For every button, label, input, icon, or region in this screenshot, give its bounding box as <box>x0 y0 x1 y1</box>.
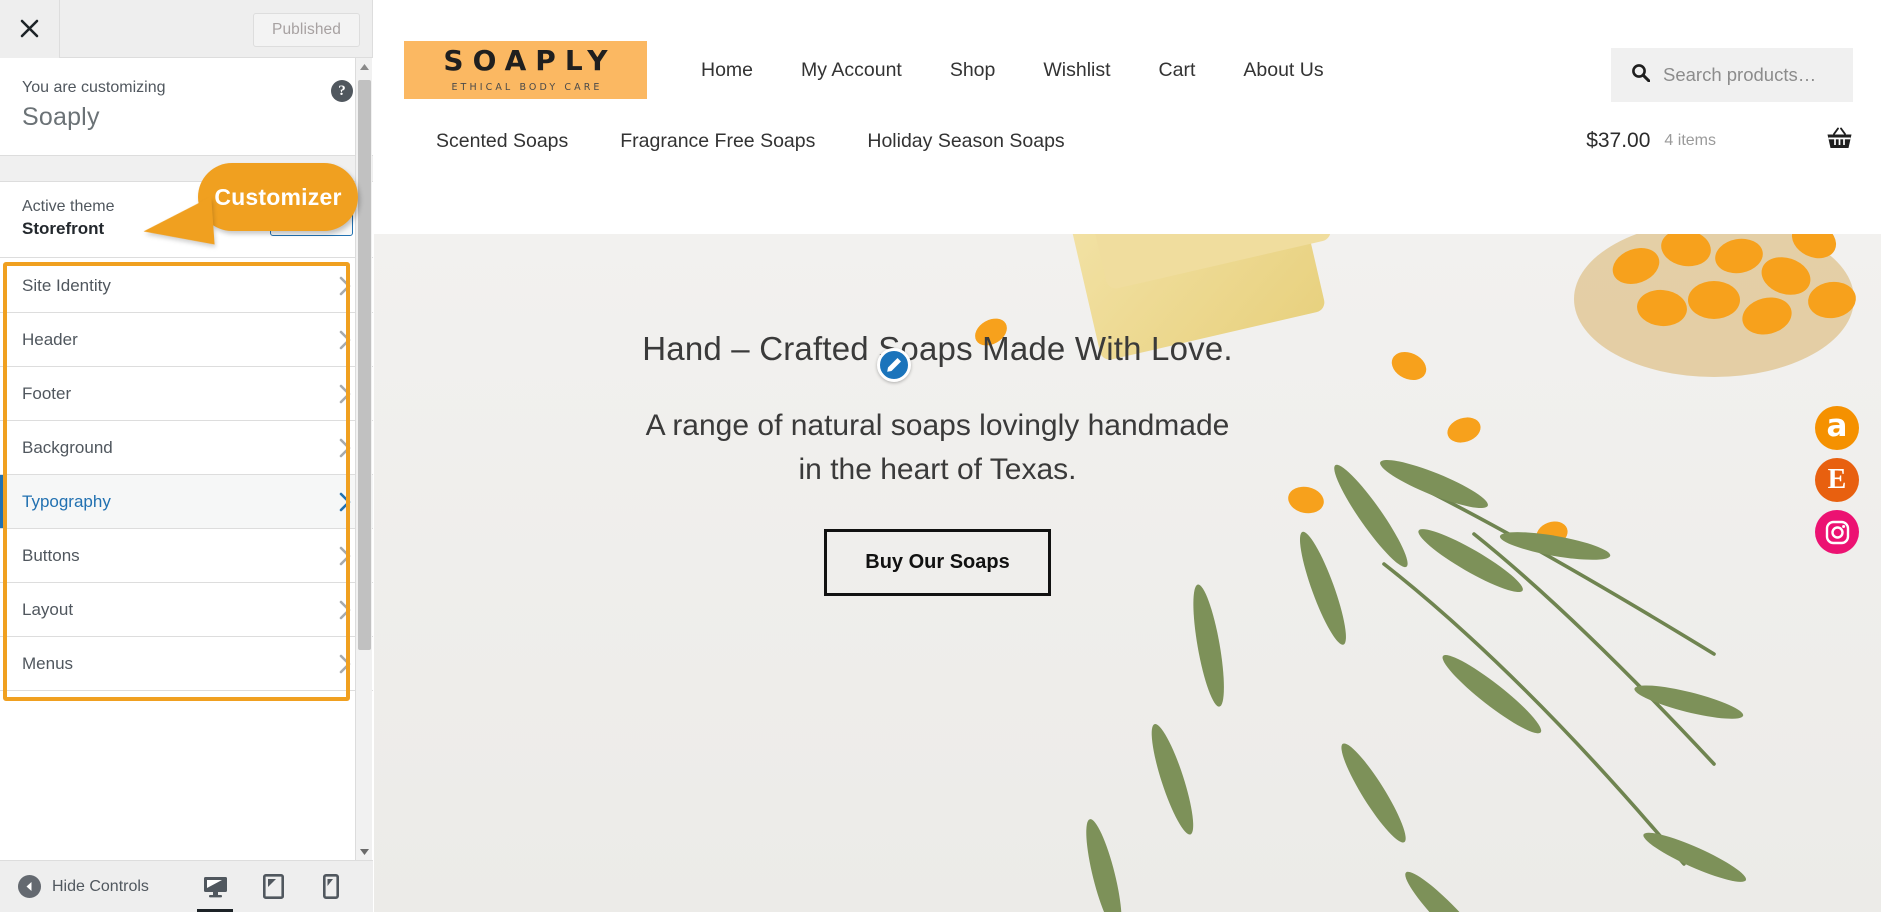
site-logo[interactable]: SOAPLY ETHICAL BODY CARE <box>404 41 647 99</box>
section-label: Menus <box>22 653 74 673</box>
cart-amount: $37.00 <box>1586 129 1651 152</box>
nav-link-shop[interactable]: Shop <box>926 59 1020 82</box>
logo-name: SOAPLY <box>443 44 617 77</box>
device-mobile-button[interactable] <box>317 872 345 902</box>
basket-icon[interactable] <box>1826 127 1853 155</box>
section-label: Layout <box>22 599 74 619</box>
scrollbar-thumb[interactable] <box>358 80 371 650</box>
social-links: a E <box>1815 406 1859 554</box>
site-header: SOAPLY ETHICAL BODY CARE Home My Account S… <box>374 0 1881 234</box>
scroll-down-icon[interactable] <box>356 843 373 860</box>
etsy-icon[interactable]: E <box>1815 458 1859 502</box>
customizer-section-buttons[interactable]: Buttons <box>0 529 373 583</box>
publish-button[interactable]: Published <box>253 13 360 47</box>
customizer-section-footer[interactable]: Footer <box>0 367 373 421</box>
cart-item-count: 4 items <box>1664 132 1716 149</box>
chevron-right-icon <box>339 276 351 295</box>
category-link-fragrance-free-soaps[interactable]: Fragrance Free Soaps <box>594 130 841 153</box>
logo-tagline: ETHICAL BODY CARE <box>451 82 603 93</box>
customizer-section-background[interactable]: Background <box>0 421 373 475</box>
main-navigation: Home My Account Shop Wishlist Cart About Us <box>677 59 1348 82</box>
section-label: Buttons <box>22 545 80 565</box>
section-label: Background <box>22 437 113 457</box>
chevron-right-icon <box>339 384 351 403</box>
chevron-right-icon <box>339 654 351 673</box>
close-icon[interactable] <box>0 0 60 58</box>
customizer-footer: Hide Controls <box>0 860 373 912</box>
customizer-section-header[interactable]: Header <box>0 313 373 367</box>
device-tablet-button[interactable] <box>259 872 287 902</box>
chevron-right-icon <box>339 330 351 349</box>
section-label: Typography <box>22 491 111 511</box>
screen: Published You are customizing Soaply ? A… <box>0 0 1881 912</box>
edit-hero-pencil-icon[interactable] <box>877 348 911 382</box>
nav-link-cart[interactable]: Cart <box>1135 59 1220 82</box>
callout-label: Customizer <box>214 183 342 210</box>
amazon-icon[interactable]: a <box>1815 406 1859 450</box>
customizing-label: You are customizing <box>22 79 166 96</box>
device-desktop-button[interactable] <box>197 872 233 912</box>
chevron-right-icon <box>339 546 351 565</box>
nav-link-my-account[interactable]: My Account <box>777 59 926 82</box>
category-navigation: Scented Soaps Fragrance Free Soaps Holiday… <box>410 130 1091 153</box>
cart-summary[interactable]: $37.00 4 items <box>1586 127 1853 155</box>
customizer-topbar: Published <box>0 0 372 58</box>
section-label: Header <box>22 329 78 349</box>
nav-link-home[interactable]: Home <box>677 59 777 82</box>
customizer-section-layout[interactable]: Layout <box>0 583 373 637</box>
chevron-right-icon <box>339 438 351 457</box>
section-label: Footer <box>22 383 72 403</box>
customizing-info: You are customizing Soaply ? <box>0 58 373 156</box>
hero-text-block: Hand – Crafted Soaps Made With Love. A r… <box>374 330 1881 596</box>
hide-controls-button[interactable]: Hide Controls <box>18 875 149 898</box>
site-preview: SOAPLY ETHICAL BODY CARE Home My Account S… <box>374 0 1881 912</box>
scroll-up-icon[interactable] <box>356 58 373 75</box>
search-icon <box>1631 63 1651 87</box>
customizer-section-menus[interactable]: Menus <box>0 637 373 691</box>
hero-section: Hand – Crafted Soaps Made With Love. A r… <box>374 234 1881 912</box>
customizer-section-list: Site Identity Header Footer Background Typog… <box>0 259 373 860</box>
sidebar-scrollbar[interactable] <box>355 58 372 860</box>
category-link-scented-soaps[interactable]: Scented Soaps <box>410 130 594 153</box>
chevron-right-icon <box>339 492 351 511</box>
chevron-right-icon <box>339 600 351 619</box>
customizer-section-typography[interactable]: Typography <box>0 475 373 529</box>
hero-subheading-line1: A range of natural soaps lovingly handma… <box>645 409 1230 442</box>
etsy-glyph: E <box>1827 464 1847 495</box>
hide-controls-label: Hide Controls <box>52 877 149 895</box>
search-placeholder: Search products… <box>1663 64 1817 85</box>
section-label: Site Identity <box>22 275 111 295</box>
site-title: Soaply <box>22 102 100 131</box>
buy-our-soaps-button[interactable]: Buy Our Soaps <box>824 529 1051 596</box>
hero-heading: Hand – Crafted Soaps Made With Love. <box>642 330 1233 367</box>
header-category-row: Scented Soaps Fragrance Free Soaps Holiday… <box>374 94 1881 188</box>
instagram-icon[interactable] <box>1815 510 1859 554</box>
nav-link-wishlist[interactable]: Wishlist <box>1019 59 1134 82</box>
amazon-glyph: a <box>1826 408 1848 445</box>
callout-tail <box>141 196 215 250</box>
hero-subheading-line2: in the heart of Texas. <box>798 452 1077 486</box>
collapse-arrow-icon <box>18 875 41 898</box>
customizer-section-site-identity[interactable]: Site Identity <box>0 259 373 313</box>
nav-link-about-us[interactable]: About Us <box>1219 59 1347 82</box>
device-preview-group <box>197 872 355 912</box>
category-link-holiday-season-soaps[interactable]: Holiday Season Soaps <box>841 130 1090 153</box>
help-icon[interactable]: ? <box>331 80 353 102</box>
customizer-sidebar: Published You are customizing Soaply ? A… <box>0 0 373 912</box>
customizer-callout: Customizer <box>141 163 358 250</box>
